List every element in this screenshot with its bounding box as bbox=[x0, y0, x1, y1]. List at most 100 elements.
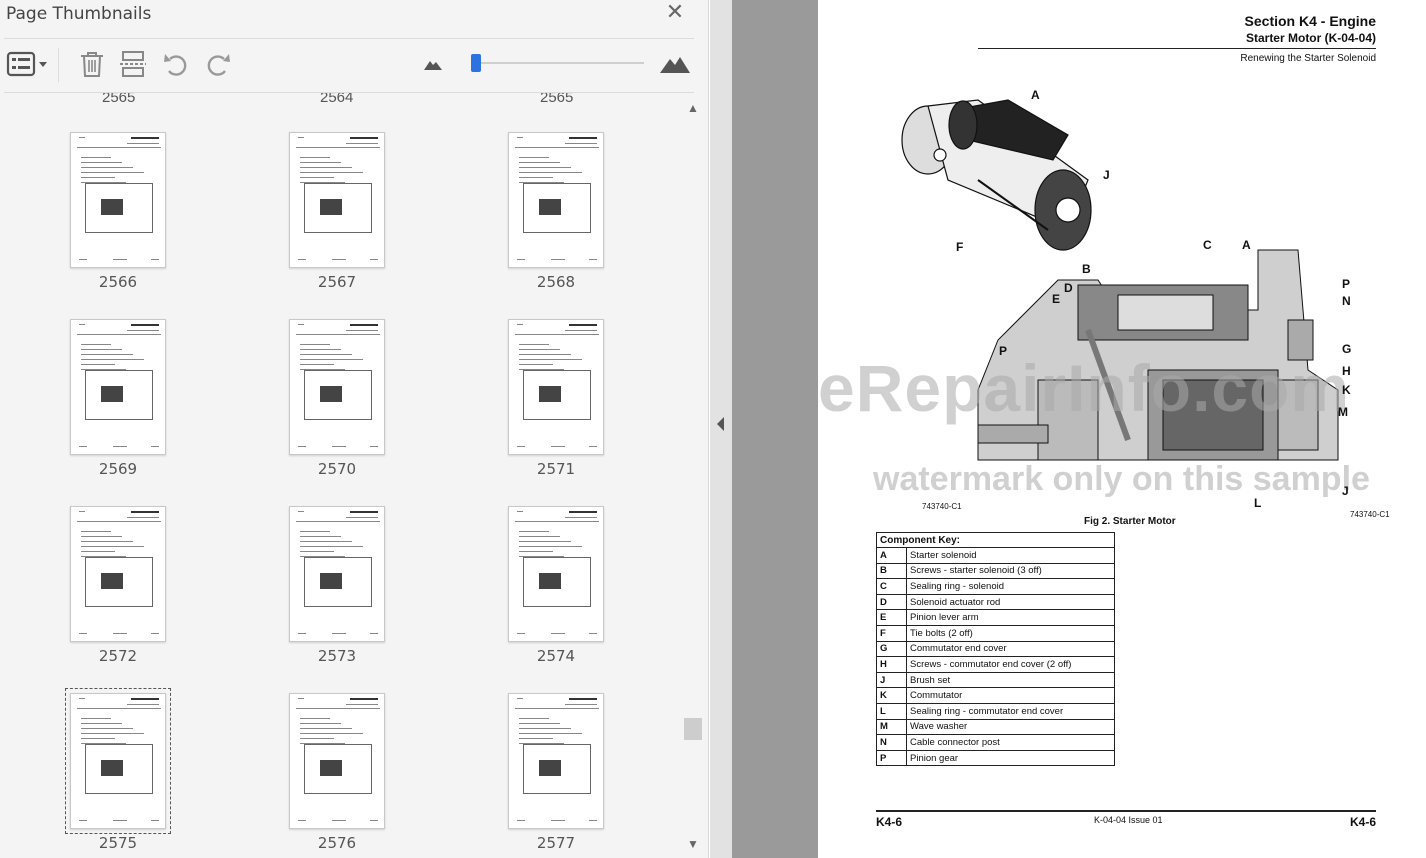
scroll-up-button[interactable]: ▲ bbox=[684, 101, 702, 117]
thumbnail-page-mark bbox=[151, 259, 159, 260]
component-key-description: Cable connector post bbox=[906, 734, 1115, 751]
thumbnail-page-mark bbox=[81, 162, 122, 163]
thumbnail-page-number: 2568 bbox=[536, 273, 576, 291]
figure-callout-label: G bbox=[1342, 342, 1352, 356]
component-key-title: Component Key: bbox=[876, 532, 1115, 548]
thumbnail-page-mark bbox=[151, 633, 159, 634]
thumbnail-page-mark bbox=[131, 137, 159, 139]
figure-callout-label: D bbox=[1064, 281, 1073, 295]
thumbnail-page-mark bbox=[515, 334, 599, 335]
thumbnail-page-mark bbox=[515, 521, 599, 522]
page-thumbnail[interactable] bbox=[70, 506, 166, 642]
thumbnail-page-mark bbox=[101, 760, 123, 776]
page-thumbnail[interactable] bbox=[508, 506, 604, 642]
thumbnail-page-mark bbox=[589, 820, 597, 821]
thumbnail-page-mark bbox=[519, 723, 560, 724]
thumbnail-page-mark bbox=[350, 511, 378, 513]
component-key-row: E Pinion lever arm bbox=[876, 609, 1115, 626]
thumbnail-page-mark bbox=[300, 531, 330, 532]
figure-callout-label: N bbox=[1342, 294, 1351, 308]
thumbnail-page-mark bbox=[519, 354, 571, 355]
insert-pages-button[interactable] bbox=[116, 48, 150, 80]
thumbnail-page-mark bbox=[300, 344, 330, 345]
subsection-heading: Starter Motor (K-04-04) bbox=[1245, 31, 1376, 45]
footer-issue: K-04-04 Issue 01 bbox=[1094, 815, 1163, 825]
figure-code-left: 743740-C1 bbox=[922, 502, 962, 511]
thumbnail-page-mark bbox=[519, 157, 549, 158]
collapse-panel-button[interactable] bbox=[714, 414, 728, 434]
zoom-out-thumbnails-button[interactable] bbox=[420, 48, 446, 80]
thumbnail-page-mark bbox=[79, 324, 85, 325]
thumbnail-options-icon bbox=[6, 51, 47, 77]
thumbnail-page-mark bbox=[519, 536, 560, 537]
thumbnail-page-mark bbox=[81, 364, 115, 365]
thumbnail-size-slider[interactable] bbox=[471, 54, 644, 72]
slider-thumb[interactable] bbox=[471, 54, 481, 72]
thumbnail-page-mark bbox=[589, 259, 597, 260]
thumbnail-page-mark bbox=[346, 517, 378, 518]
thumbnail-page-mark bbox=[320, 386, 342, 402]
component-key-row: D Solenoid actuator rod bbox=[876, 593, 1115, 611]
thumbnail-page-mark bbox=[300, 349, 341, 350]
rotate-counterclockwise-button[interactable] bbox=[160, 48, 192, 80]
component-key-letter: A bbox=[876, 547, 907, 564]
thumbnail-page-number: 2572 bbox=[98, 647, 138, 665]
page-thumbnail[interactable] bbox=[289, 506, 385, 642]
thumbnail-page-mark bbox=[131, 698, 159, 700]
page-thumbnail[interactable] bbox=[289, 132, 385, 268]
component-key-row: B Screws - starter solenoid (3 off) bbox=[876, 562, 1115, 580]
page-thumbnail[interactable] bbox=[65, 688, 171, 834]
thumbnail-page-mark bbox=[300, 723, 341, 724]
page-thumbnail[interactable] bbox=[508, 132, 604, 268]
thumbnail-page-mark bbox=[300, 172, 363, 173]
page-thumbnail[interactable] bbox=[70, 132, 166, 268]
thumbnail-page-mark bbox=[350, 324, 378, 326]
component-key-letter: N bbox=[876, 734, 907, 751]
thumbnail-page-mark bbox=[551, 820, 565, 821]
thumbnail-page-mark bbox=[300, 162, 341, 163]
component-key-description: Brush set bbox=[906, 671, 1115, 689]
component-key-description: Commutator end cover bbox=[906, 640, 1115, 658]
figure-callout-label: B bbox=[1082, 262, 1091, 276]
thumbnail-options-button[interactable] bbox=[4, 48, 50, 80]
rotate-clockwise-button[interactable] bbox=[202, 48, 234, 80]
thumbnails-panel: Page Thumbnails ✕ 2565 2564 2565 2566 25… bbox=[0, 0, 709, 858]
zoom-in-thumbnails-button[interactable] bbox=[658, 48, 692, 80]
thumbnail-page-mark bbox=[81, 157, 111, 158]
page-thumbnail[interactable] bbox=[70, 319, 166, 455]
component-key-row: J Brush set bbox=[876, 671, 1115, 689]
thumbnail-page-mark bbox=[517, 820, 525, 821]
page-thumbnail[interactable] bbox=[289, 319, 385, 455]
thumbnail-page-mark bbox=[300, 733, 363, 734]
thumbnail-page-mark bbox=[81, 728, 133, 729]
page-thumbnail[interactable] bbox=[508, 319, 604, 455]
figure-callout-label: H bbox=[1342, 364, 1351, 378]
delete-pages-button[interactable] bbox=[76, 48, 108, 80]
thumbnail-page-number: 2569 bbox=[98, 460, 138, 478]
thumbnail-scrollbar[interactable]: ▲ ▼ bbox=[682, 93, 704, 858]
document-page: Section K4 - Engine Starter Motor (K-04-… bbox=[818, 0, 1426, 858]
thumbnail-page-mark bbox=[81, 541, 133, 542]
thumbnail-page-mark bbox=[127, 517, 159, 518]
scroll-down-button[interactable]: ▼ bbox=[684, 837, 702, 853]
thumbnail-page-number: 2577 bbox=[536, 834, 576, 852]
page-thumbnail[interactable] bbox=[289, 693, 385, 829]
thumbnail-page-mark bbox=[300, 718, 330, 719]
thumbnail-page-mark bbox=[350, 137, 378, 139]
thumbnail-page-mark bbox=[151, 446, 159, 447]
thumbnail-page-mark bbox=[551, 259, 565, 260]
scrollbar-thumb[interactable] bbox=[684, 717, 702, 740]
thumbnail-page-mark bbox=[298, 324, 304, 325]
panel-title: Page Thumbnails bbox=[6, 4, 152, 24]
thumbnail-page-mark bbox=[515, 708, 599, 709]
thumbnail-page-mark bbox=[79, 259, 87, 260]
page-thumbnail[interactable] bbox=[508, 693, 604, 829]
component-key-row: M Wave washer bbox=[876, 718, 1115, 736]
thumbnail-page-mark bbox=[519, 546, 582, 547]
thumbnail-page-mark bbox=[370, 633, 378, 634]
thumbnail-page-mark bbox=[346, 330, 378, 331]
thumbnail-page-number: 2573 bbox=[317, 647, 357, 665]
close-panel-button[interactable]: ✕ bbox=[664, 1, 686, 24]
thumbnail-page-mark bbox=[332, 633, 346, 634]
starter-motor-exterior bbox=[901, 99, 1092, 251]
